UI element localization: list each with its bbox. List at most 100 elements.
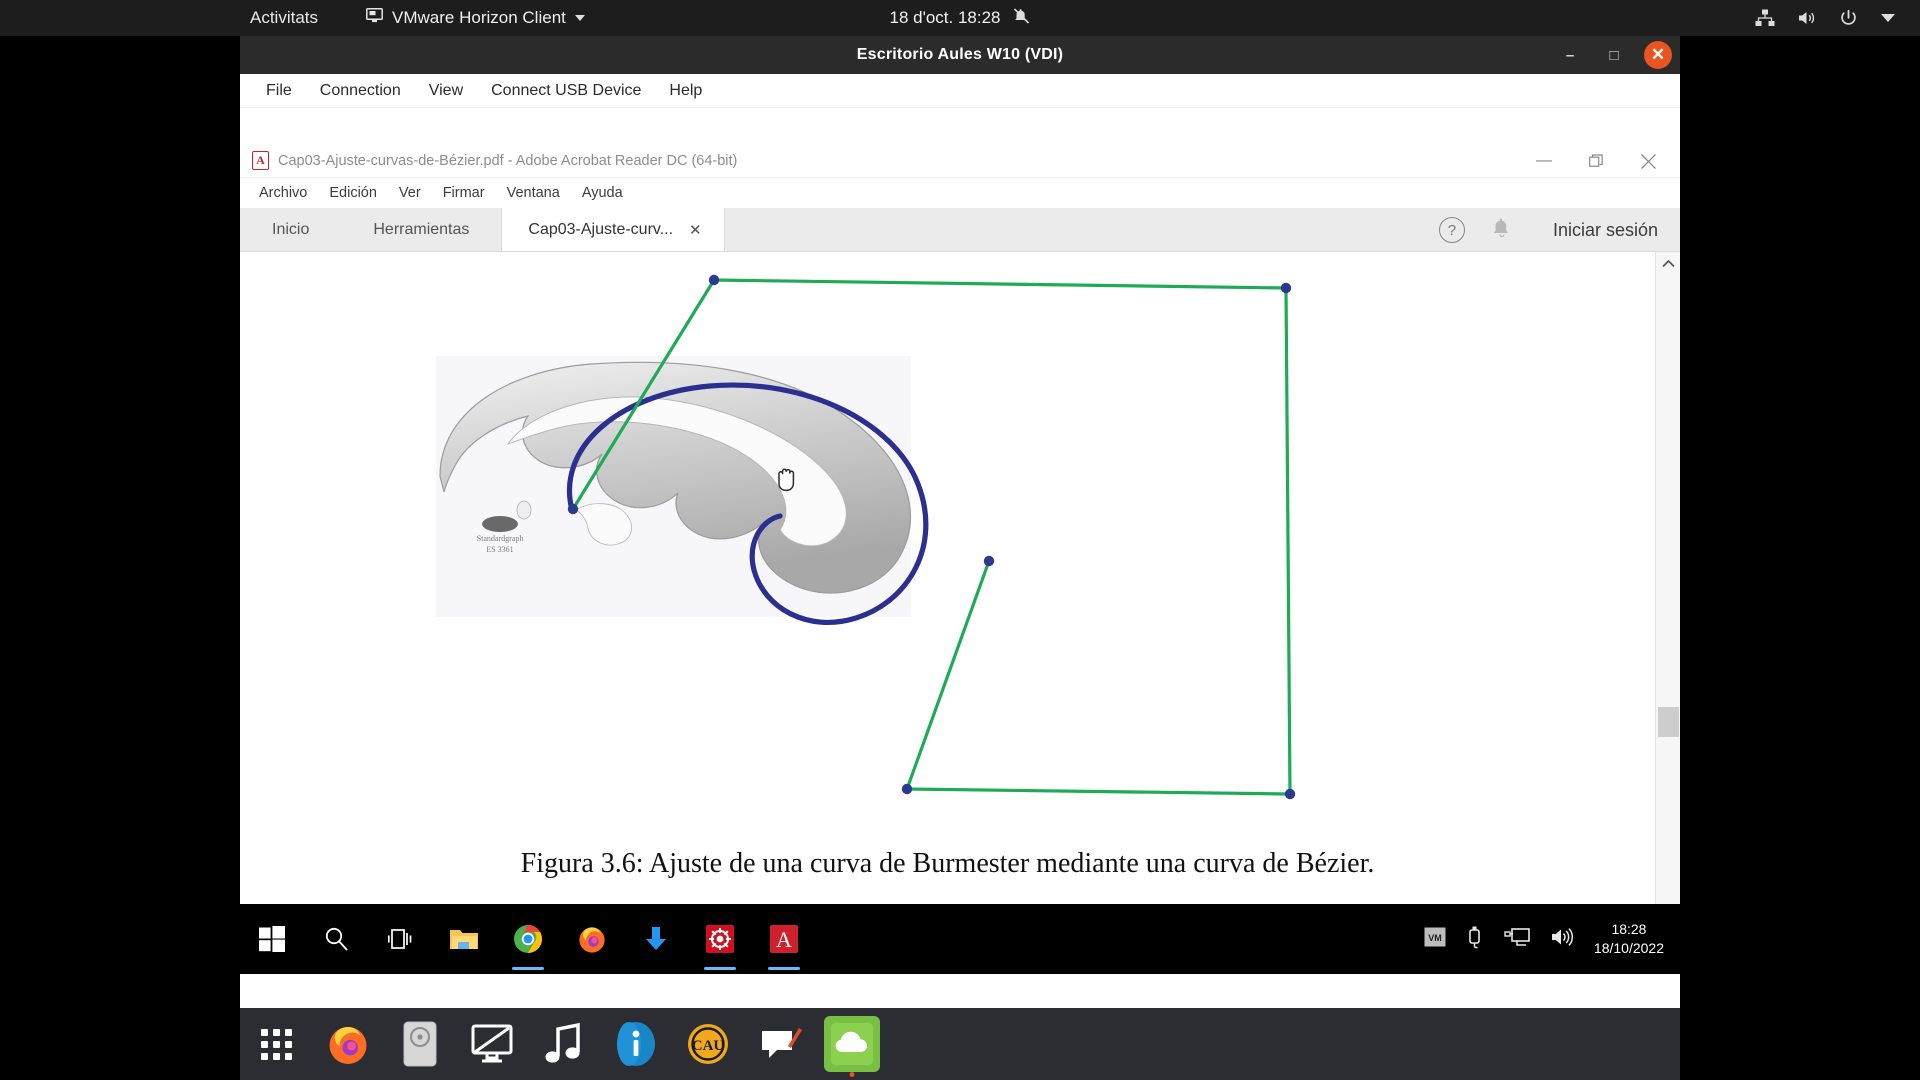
display-icon	[366, 8, 383, 28]
pdf-vertical-scrollbar[interactable]	[1655, 252, 1680, 922]
vmware-menu-connect-usb-device[interactable]: Connect USB Device	[477, 78, 655, 104]
scroll-up-arrow-icon[interactable]	[1656, 252, 1680, 274]
acrobat-tab-bar-right: ? Iniciar sesión	[1438, 208, 1680, 252]
grid-icon	[260, 1028, 292, 1060]
firefox-button[interactable]	[560, 904, 624, 974]
windows-taskbar: A VM 18:28 18/10/2022	[240, 904, 1680, 974]
acrobat-pdf-icon: A	[252, 151, 269, 170]
pdf-vertical-scroll-thumb[interactable]	[1658, 707, 1679, 737]
clock-button[interactable]: 18 d'oct. 18:28	[890, 7, 1031, 30]
monitor-crossed-icon	[471, 1024, 513, 1063]
bell-icon[interactable]	[1491, 216, 1513, 245]
feedback-launcher[interactable]	[744, 1008, 816, 1080]
tab-inicio[interactable]: Inicio	[240, 208, 341, 251]
hand-cursor-icon	[778, 468, 795, 492]
app-menu-button[interactable]: VMware Horizon Client	[366, 8, 585, 28]
acrobat-restore-button[interactable]	[1570, 144, 1622, 178]
security-app-button[interactable]	[688, 904, 752, 974]
gnome-top-bar: Activitats VMware Horizon Client 18 d'oc…	[0, 0, 1920, 36]
chevron-down-icon[interactable]	[1880, 13, 1896, 23]
windows-clock-date: 18/10/2022	[1593, 940, 1664, 956]
windows-clock-time: 18:28	[1611, 921, 1647, 938]
figure-caption: Figura 3.6: Ajuste de una curva de Burme…	[520, 848, 1375, 879]
vmware-menu-help[interactable]: Help	[655, 78, 716, 104]
acrobat-menu-ver[interactable]: Ver	[388, 182, 432, 204]
acrobat-menu-bar: Archivo Edición Ver Firmar Ventana Ayuda	[240, 178, 1680, 208]
volume-icon[interactable]	[1797, 9, 1817, 27]
vmware-window-title: Escritorio Aules W10 (VDI)	[856, 46, 1064, 63]
remote-desktop-launcher[interactable]	[456, 1008, 528, 1080]
figure-bezier-burmester: Standardgraph ES 3361	[436, 274, 1296, 800]
network-icon[interactable]	[1755, 9, 1775, 27]
chevron-down-icon	[574, 15, 585, 21]
system-tray[interactable]	[1755, 9, 1896, 28]
show-applications-button[interactable]	[240, 1008, 312, 1080]
acrobat-window-title: Cap03-Ajuste-curvas-de-Bézier.pdf - Adob…	[278, 152, 738, 169]
acrobat-menu-firmar[interactable]: Firmar	[432, 182, 496, 204]
tab-document-label: Cap03-Ajuste-curv...	[528, 220, 674, 238]
app-menu-label: VMware Horizon Client	[392, 8, 566, 27]
svg-text:ES 3361: ES 3361	[486, 545, 513, 554]
vmware-menu-view[interactable]: View	[415, 78, 477, 104]
vmware-title-bar: Escritorio Aules W10 (VDI) – □ ✕	[240, 36, 1680, 74]
acrobat-close-button[interactable]	[1622, 144, 1674, 178]
power-icon[interactable]	[1839, 9, 1858, 28]
ubuntu-dock: CAU	[240, 1008, 1680, 1080]
vm-tray-icon[interactable]: VM	[1424, 927, 1446, 952]
start-button[interactable]	[240, 904, 304, 974]
pdf-viewport[interactable]: Standardgraph ES 3361 Figura 3.6: Ajuste…	[240, 252, 1680, 922]
acrobat-reader-window: A Cap03-Ajuste-curvas-de-Bézier.pdf - Ad…	[240, 144, 1680, 974]
acrobat-minimize-button[interactable]: —	[1518, 144, 1570, 178]
acrobat-menu-edicion[interactable]: Edición	[318, 182, 388, 204]
info-launcher[interactable]	[600, 1008, 672, 1080]
disk-launcher[interactable]	[384, 1008, 456, 1080]
svg-text:A: A	[776, 927, 792, 952]
network-monitor-icon[interactable]	[1504, 926, 1530, 953]
activities-button[interactable]: Activitats	[250, 8, 318, 28]
cau-launcher[interactable]: CAU	[672, 1008, 744, 1080]
vmware-menu-connection[interactable]: Connection	[306, 78, 415, 104]
acrobat-menu-ventana[interactable]: Ventana	[496, 182, 571, 204]
disk-icon	[403, 1021, 437, 1067]
nextcloud-launcher[interactable]	[816, 1008, 888, 1080]
tab-document[interactable]: Cap03-Ajuste-curv... ✕	[501, 208, 725, 251]
svg-text:CAU: CAU	[692, 1038, 725, 1054]
vmware-menu-bar: File Connection View Connect USB Device …	[240, 74, 1680, 108]
tab-herramientas[interactable]: Herramientas	[341, 208, 501, 251]
sign-in-button[interactable]: Iniciar sesión	[1539, 220, 1658, 241]
clock-label: 18 d'oct. 18:28	[889, 8, 1001, 27]
vmware-minimize-button[interactable]: –	[1556, 41, 1584, 69]
acrobat-menu-archivo[interactable]: Archivo	[248, 182, 318, 204]
search-button[interactable]	[304, 904, 368, 974]
firefox-icon	[329, 1026, 367, 1064]
svg-text:VM: VM	[1428, 933, 1442, 943]
acrobat-menu-ayuda[interactable]: Ayuda	[571, 182, 634, 204]
acrobat-window-controls: —	[1518, 144, 1674, 178]
vmware-window-controls: – □ ✕	[1556, 36, 1672, 74]
windows-system-tray: VM 18:28 18/10/2022	[1424, 904, 1680, 974]
firefox-launcher[interactable]	[312, 1008, 384, 1080]
speech-pencil-icon	[762, 1028, 802, 1058]
file-explorer-button[interactable]	[432, 904, 496, 974]
downloads-button[interactable]	[624, 904, 688, 974]
cau-icon: CAU	[688, 1024, 728, 1064]
vmware-maximize-button[interactable]: □	[1600, 41, 1628, 69]
bell-muted-icon	[1013, 7, 1031, 30]
cloud-icon	[824, 1016, 880, 1072]
question-circle-icon[interactable]: ?	[1438, 217, 1465, 243]
acrobat-button[interactable]: A	[752, 904, 816, 974]
vmware-close-button[interactable]: ✕	[1644, 41, 1672, 69]
music-launcher[interactable]	[528, 1008, 600, 1080]
info-circle-icon	[617, 1022, 655, 1066]
vmware-horizon-window: Escritorio Aules W10 (VDI) – □ ✕ File Co…	[240, 36, 1680, 1044]
acrobat-title-bar: A Cap03-Ajuste-curvas-de-Bézier.pdf - Ad…	[240, 144, 1680, 178]
acrobat-tab-bar: Inicio Herramientas Cap03-Ajuste-curv...…	[240, 208, 1680, 252]
close-icon[interactable]: ✕	[689, 221, 702, 239]
usb-icon[interactable]	[1466, 925, 1484, 954]
vmware-menu-file[interactable]: File	[252, 78, 306, 104]
windows-clock[interactable]: 18:28 18/10/2022	[1594, 920, 1664, 958]
volume-icon[interactable]	[1550, 926, 1574, 953]
chrome-button[interactable]	[496, 904, 560, 974]
task-view-button[interactable]	[368, 904, 432, 974]
music-note-icon	[545, 1022, 580, 1063]
